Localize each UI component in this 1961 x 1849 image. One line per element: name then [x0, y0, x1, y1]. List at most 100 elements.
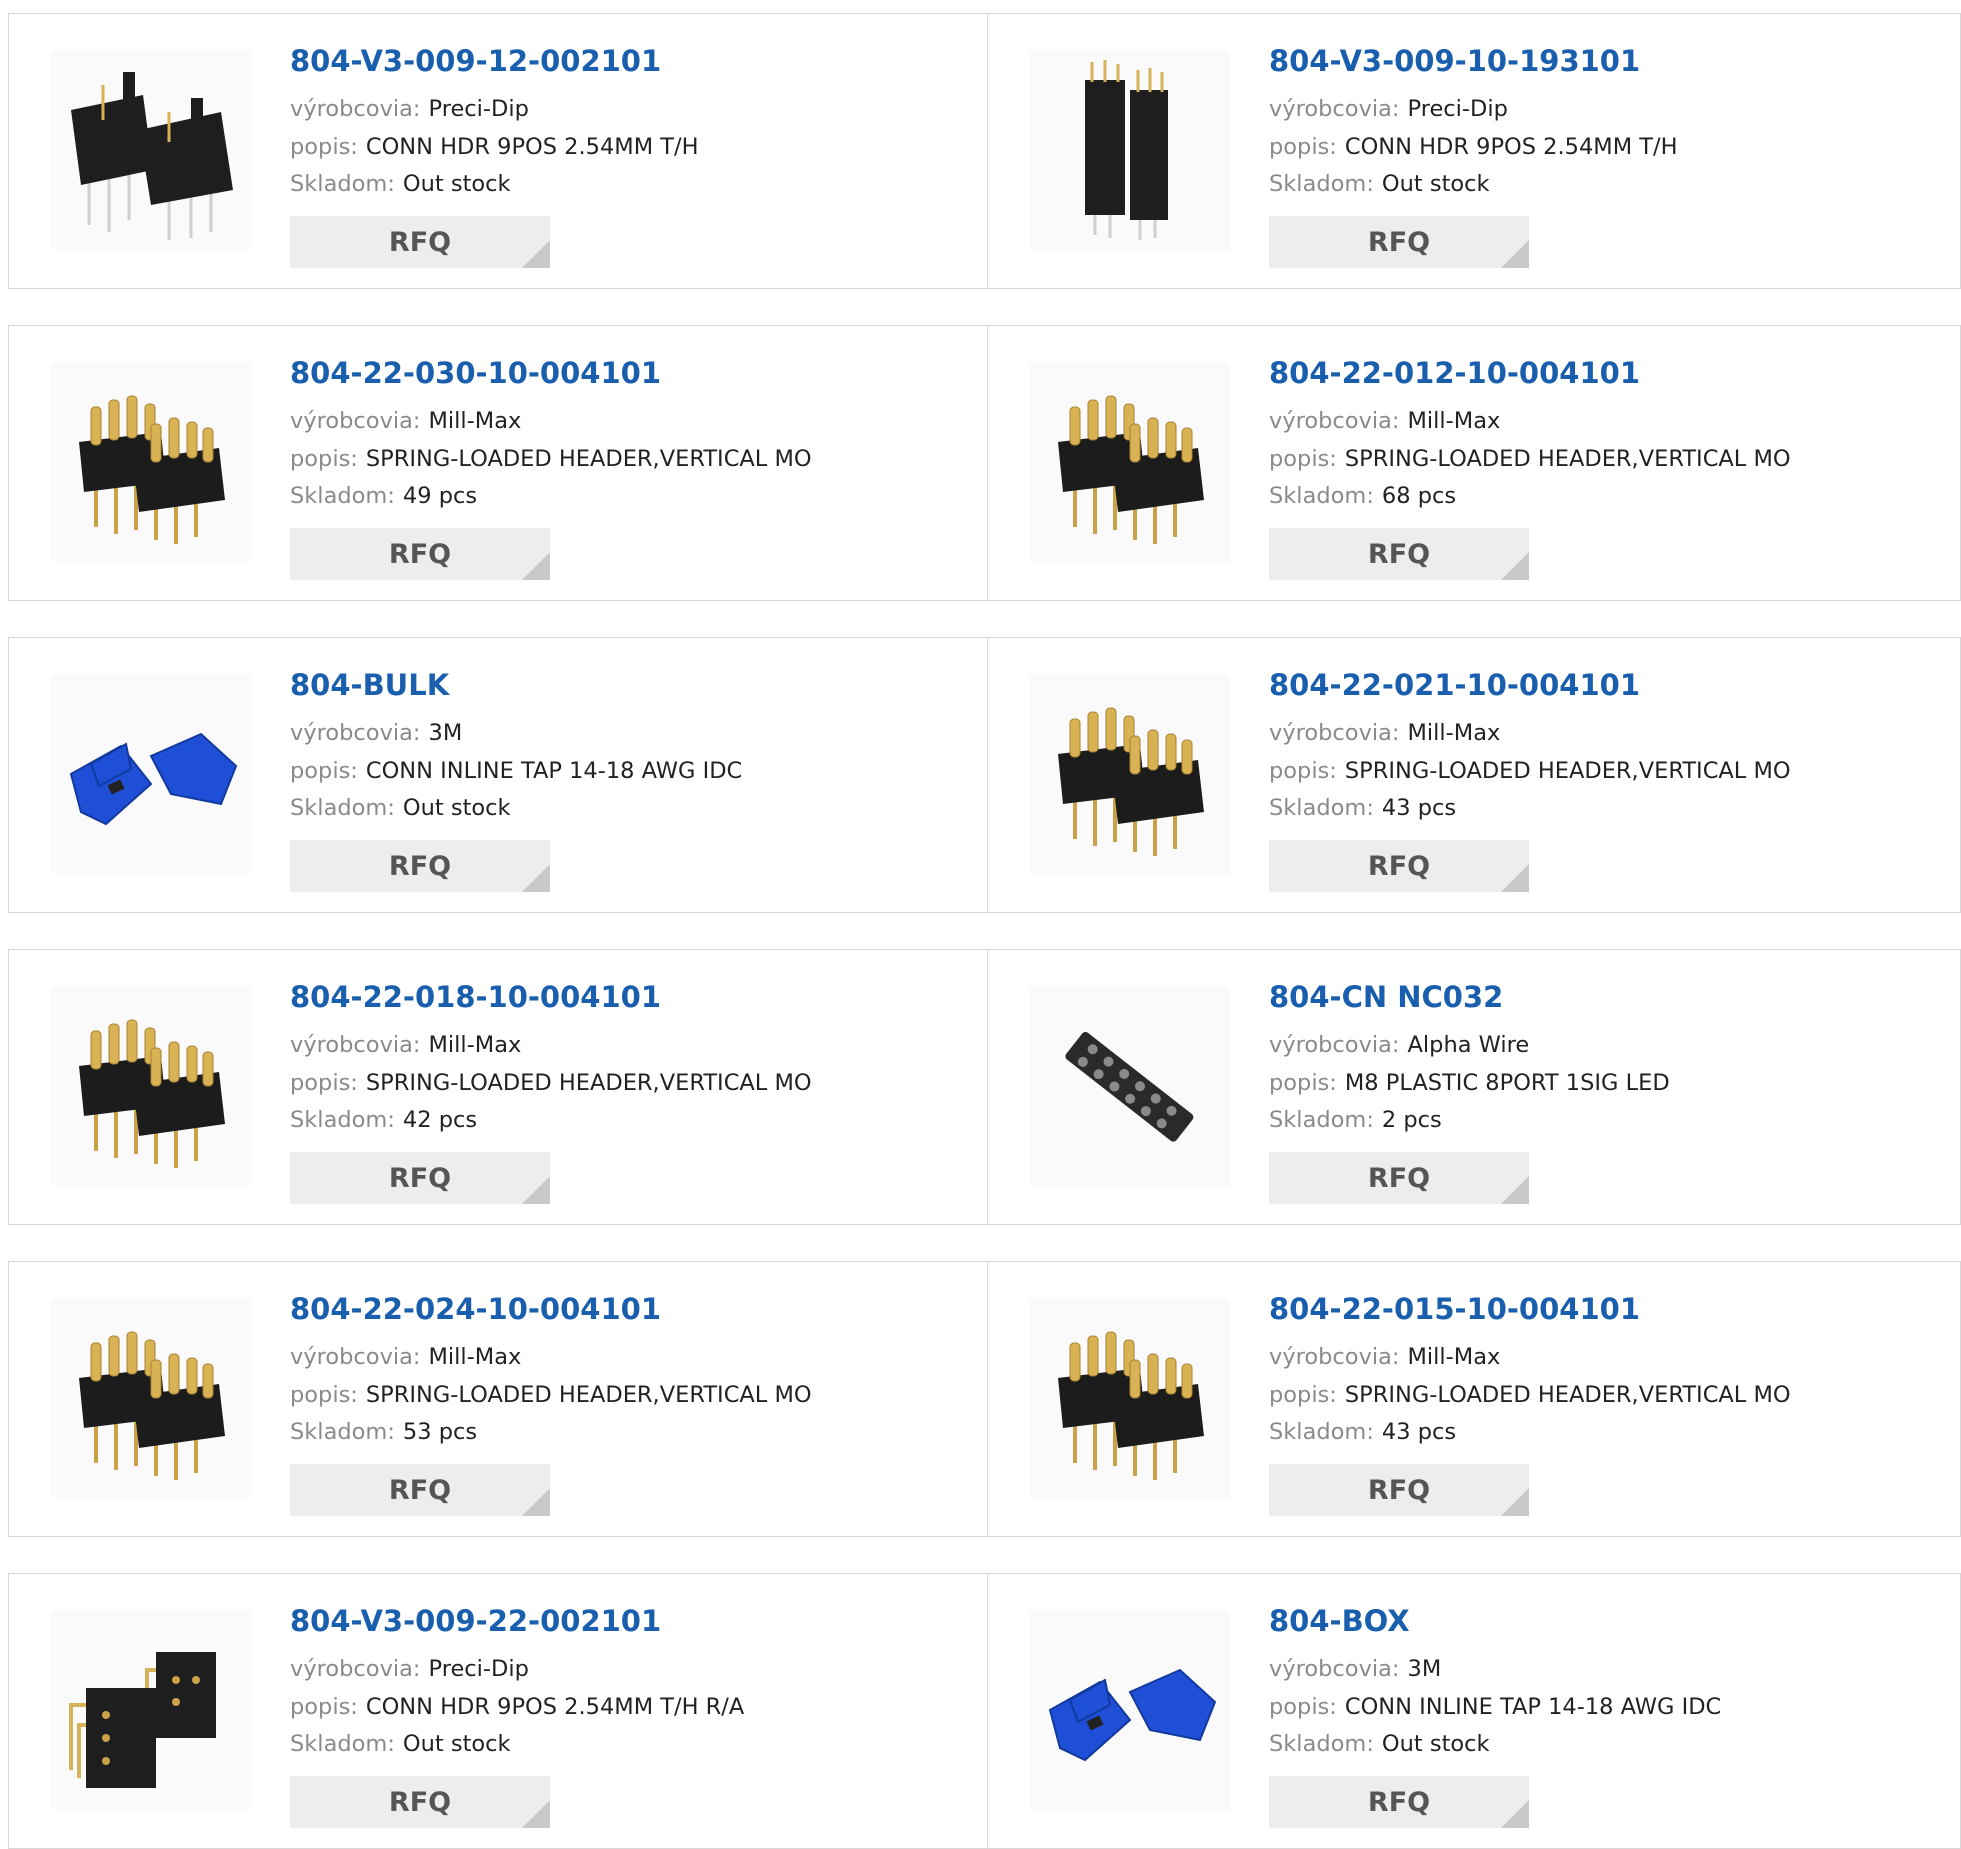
corner-triangle-icon [522, 1800, 550, 1828]
rfq-button[interactable]: RFQ [1269, 1776, 1529, 1828]
corner-triangle-icon [522, 1176, 550, 1204]
product-row: 804-22-018-10-004101 výrobcovia: Mill-Max… [8, 949, 1961, 1225]
description-value: SPRING-LOADED HEADER,VERTICAL MO [365, 446, 812, 472]
description-label: popis: [290, 446, 358, 472]
product-thumbnail[interactable] [1030, 674, 1230, 874]
stock-line: Skladom: 43 pcs [1269, 795, 1456, 821]
part-number-link[interactable]: 804-22-024-10-004101 [290, 1292, 661, 1326]
description-label: popis: [290, 134, 358, 160]
rfq-button[interactable]: RFQ [290, 840, 550, 892]
part-number-link[interactable]: 804-22-015-10-004101 [1269, 1292, 1640, 1326]
part-number-link[interactable]: 804-V3-009-12-002101 [290, 44, 661, 78]
stock-value: 49 pcs [402, 483, 478, 509]
corner-triangle-icon [1501, 864, 1529, 892]
description-label: popis: [290, 1694, 358, 1720]
product-row: 804-22-030-10-004101 výrobcovia: Mill-Max… [8, 325, 1961, 601]
part-number-link[interactable]: 804-BULK [290, 668, 449, 702]
manufacturer-line: výrobcovia: 3M [1269, 1656, 1441, 1682]
m8-distribution-block-icon [1065, 1031, 1194, 1142]
stock-line: Skladom: Out stock [1269, 171, 1490, 197]
manufacturer-line: výrobcovia: Alpha Wire [1269, 1032, 1529, 1058]
stock-label: Skladom: [290, 171, 395, 197]
description-value: SPRING-LOADED HEADER,VERTICAL MO [1344, 758, 1791, 784]
product-thumbnail[interactable] [51, 1298, 251, 1498]
description-line: popis: SPRING-LOADED HEADER,VERTICAL MO [290, 446, 812, 472]
rfq-button[interactable]: RFQ [1269, 1152, 1529, 1204]
product-thumbnail[interactable] [1030, 50, 1230, 250]
part-number-link[interactable]: 804-22-012-10-004101 [1269, 356, 1640, 390]
product-thumbnail[interactable] [51, 1610, 251, 1810]
description-line: popis: SPRING-LOADED HEADER,VERTICAL MO [290, 1070, 812, 1096]
rfq-label: RFQ [388, 1162, 452, 1194]
rfq-button[interactable]: RFQ [290, 1464, 550, 1516]
stock-value: Out stock [402, 1731, 511, 1757]
manufacturer-line: výrobcovia: Preci-Dip [290, 1656, 529, 1682]
product-thumbnail[interactable] [51, 986, 251, 1186]
stock-value: 43 pcs [1381, 1419, 1457, 1445]
product-thumbnail[interactable] [51, 362, 251, 562]
product-card: 804-22-021-10-004101 výrobcovia: Mill-Max… [987, 638, 1961, 912]
product-row: 804-BULK výrobcovia: 3M popis: CONN INLINE… [8, 637, 1961, 913]
corner-triangle-icon [1501, 1800, 1529, 1828]
rfq-label: RFQ [388, 1786, 452, 1818]
rfq-label: RFQ [388, 538, 452, 570]
description-line: popis: CONN HDR 9POS 2.54MM T/H [290, 134, 699, 160]
rfq-button[interactable]: RFQ [290, 528, 550, 580]
product-thumbnail[interactable] [1030, 362, 1230, 562]
description-line: popis: M8 PLASTIC 8PORT 1SIG LED [1269, 1070, 1670, 1096]
manufacturer-label: výrobcovia: [1269, 1656, 1400, 1682]
manufacturer-value: Alpha Wire [1407, 1032, 1530, 1058]
corner-triangle-icon [522, 240, 550, 268]
manufacturer-value: 3M [428, 720, 463, 746]
right-angle-header-icon [69, 1652, 216, 1788]
rfq-button[interactable]: RFQ [1269, 840, 1529, 892]
product-card: 804-22-015-10-004101 výrobcovia: Mill-Max… [987, 1262, 1961, 1536]
gold-pin-header-icon [79, 395, 225, 544]
rfq-button[interactable]: RFQ [1269, 1464, 1529, 1516]
stock-line: Skladom: 42 pcs [290, 1107, 477, 1133]
rfq-button[interactable]: RFQ [1269, 528, 1529, 580]
part-number-link[interactable]: 804-22-030-10-004101 [290, 356, 661, 390]
stock-line: Skladom: Out stock [290, 1731, 511, 1757]
description-label: popis: [290, 1382, 358, 1408]
manufacturer-line: výrobcovia: Mill-Max [1269, 408, 1500, 434]
stock-label: Skladom: [1269, 1419, 1374, 1445]
stock-value: Out stock [402, 795, 511, 821]
product-thumbnail[interactable] [1030, 986, 1230, 1186]
product-thumbnail[interactable] [1030, 1610, 1230, 1810]
part-number-link[interactable]: 804-BOX [1269, 1604, 1410, 1638]
rfq-button[interactable]: RFQ [290, 1776, 550, 1828]
manufacturer-label: výrobcovia: [1269, 720, 1400, 746]
part-number-link[interactable]: 804-CN NC032 [1269, 980, 1503, 1014]
part-number-link[interactable]: 804-22-021-10-004101 [1269, 668, 1640, 702]
rfq-button[interactable]: RFQ [290, 1152, 550, 1204]
part-number-link[interactable]: 804-V3-009-22-002101 [290, 1604, 661, 1638]
product-thumbnail[interactable] [51, 674, 251, 874]
part-number-link[interactable]: 804-22-018-10-004101 [290, 980, 661, 1014]
rfq-button[interactable]: RFQ [1269, 216, 1529, 268]
product-card: 804-V3-009-12-002101 výrobcovia: Preci-Di… [9, 14, 987, 288]
part-number-link[interactable]: 804-V3-009-10-193101 [1269, 44, 1640, 78]
product-card: 804-22-024-10-004101 výrobcovia: Mill-Max… [9, 1262, 987, 1536]
manufacturer-value: Mill-Max [1407, 1344, 1501, 1370]
gold-pin-header-icon [79, 1331, 225, 1480]
manufacturer-value: Mill-Max [428, 408, 522, 434]
rfq-label: RFQ [1367, 538, 1431, 570]
stock-value: 42 pcs [402, 1107, 478, 1133]
description-line: popis: CONN INLINE TAP 14-18 AWG IDC [290, 758, 742, 784]
description-line: popis: SPRING-LOADED HEADER,VERTICAL MO [1269, 1382, 1791, 1408]
rfq-button[interactable]: RFQ [290, 216, 550, 268]
rfq-label: RFQ [388, 1474, 452, 1506]
product-thumbnail[interactable] [1030, 1298, 1230, 1498]
blue-tap-connector-icon [69, 732, 238, 826]
manufacturer-value: Mill-Max [1407, 408, 1501, 434]
stock-label: Skladom: [290, 1419, 395, 1445]
manufacturer-value: Preci-Dip [1407, 96, 1508, 122]
manufacturer-value: Mill-Max [428, 1344, 522, 1370]
manufacturer-label: výrobcovia: [1269, 1032, 1400, 1058]
product-card: 804-22-030-10-004101 výrobcovia: Mill-Max… [9, 326, 987, 600]
description-value: CONN HDR 9POS 2.54MM T/H R/A [365, 1694, 745, 1720]
stock-label: Skladom: [1269, 483, 1374, 509]
product-thumbnail[interactable] [51, 50, 251, 250]
stock-value: Out stock [1381, 171, 1490, 197]
